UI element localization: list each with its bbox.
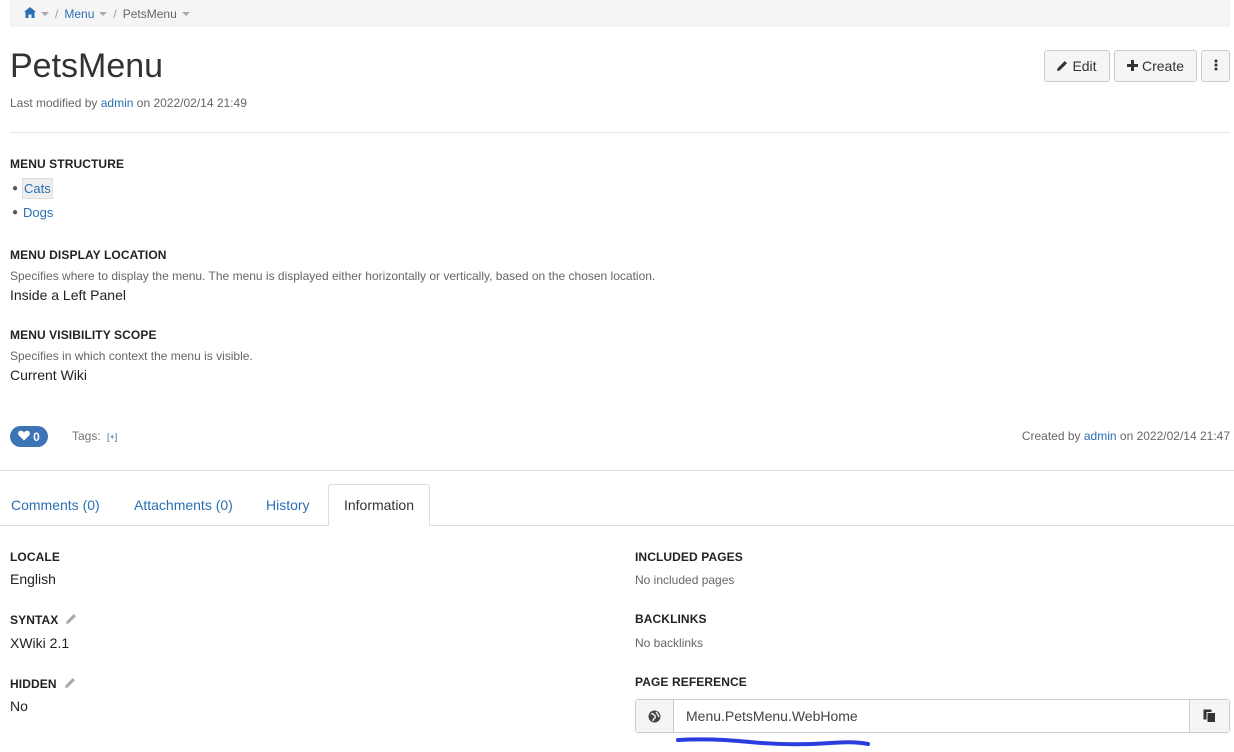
syntax-value: XWiki 2.1 xyxy=(10,635,70,651)
locale-value: English xyxy=(10,571,56,587)
visibility-scope-hint: Specifies in which context the menu is v… xyxy=(10,349,253,363)
breadcrumb-current: PetsMenu xyxy=(122,6,177,21)
modified-user-link[interactable]: admin xyxy=(101,96,134,110)
like-button[interactable]: 0 xyxy=(10,426,48,447)
chevron-down-icon[interactable] xyxy=(41,11,49,16)
included-pages-heading: INCLUDED PAGES xyxy=(635,550,743,564)
chevron-down-icon[interactable] xyxy=(181,11,190,16)
last-modified: Last modified by admin on 2022/02/14 21:… xyxy=(10,96,247,110)
copy-icon[interactable] xyxy=(1189,700,1229,732)
backlinks-value: No backlinks xyxy=(635,636,704,650)
backlinks-heading: BACKLINKS xyxy=(635,612,707,626)
chevron-down-icon[interactable] xyxy=(99,11,108,16)
created-user-link[interactable]: admin xyxy=(1084,429,1117,443)
hidden-value: No xyxy=(10,698,28,714)
included-pages-value: No included pages xyxy=(635,573,735,587)
add-tag-link[interactable]: [+] xyxy=(107,432,117,442)
locale-heading: LOCALE xyxy=(10,550,60,564)
page-title: PetsMenu xyxy=(10,47,164,85)
tabs-baseline xyxy=(0,525,1234,526)
display-location-heading: MENU DISPLAY LOCATION xyxy=(10,248,167,262)
page-reference-input[interactable] xyxy=(674,700,1189,732)
menu-item-cats[interactable]: Cats xyxy=(22,177,53,199)
visibility-scope-value: Current Wiki xyxy=(10,367,88,383)
pencil-icon[interactable] xyxy=(64,677,76,691)
divider xyxy=(0,470,1234,471)
tab-information[interactable]: Information xyxy=(328,484,430,526)
more-actions-button[interactable] xyxy=(1201,50,1230,82)
page-reference-heading: PAGE REFERENCE xyxy=(635,675,747,689)
more-vertical-icon xyxy=(1214,58,1218,74)
page-reference-group xyxy=(635,699,1230,733)
visibility-scope-heading: MENU VISIBILITY SCOPE xyxy=(10,328,157,342)
menu-structure-heading: MENU STRUCTURE xyxy=(10,157,125,171)
pencil-icon xyxy=(1057,58,1068,74)
tab-attachments[interactable]: Attachments (0) xyxy=(134,484,233,525)
breadcrumb-menu-link[interactable]: Menu xyxy=(64,7,94,21)
breadcrumb: / Menu / PetsMenu xyxy=(10,0,1230,27)
globe-icon xyxy=(636,700,674,732)
heart-icon xyxy=(18,430,30,444)
tab-history[interactable]: History xyxy=(266,484,310,525)
list-item: ● Dogs xyxy=(12,204,54,220)
underline-annotation xyxy=(676,737,870,747)
display-location-hint: Specifies where to display the menu. The… xyxy=(10,269,656,283)
divider xyxy=(10,132,1230,133)
edit-button[interactable]: Edit xyxy=(1044,50,1110,82)
display-location-value: Inside a Left Panel xyxy=(10,287,126,303)
home-icon[interactable] xyxy=(24,6,36,21)
list-item: ● Cats xyxy=(12,177,54,199)
created-by: Created by admin on 2022/02/14 21:47 xyxy=(1021,429,1230,443)
hidden-heading: HIDDEN xyxy=(10,677,76,691)
syntax-heading: SYNTAX xyxy=(10,613,77,627)
tags: Tags: [+] xyxy=(72,429,118,443)
tab-comments[interactable]: Comments (0) xyxy=(11,484,100,525)
create-button[interactable]: Create xyxy=(1114,50,1197,82)
pencil-icon[interactable] xyxy=(66,613,77,627)
menu-item-dogs[interactable]: Dogs xyxy=(23,205,53,220)
plus-icon xyxy=(1126,58,1138,74)
